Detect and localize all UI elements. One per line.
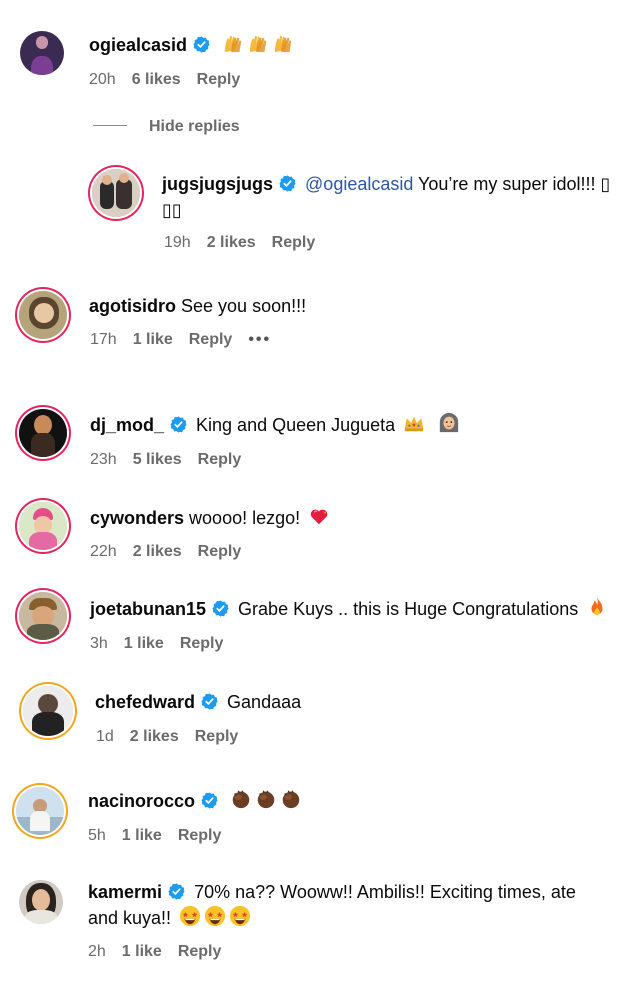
username[interactable]: jugsjugsjugs (162, 174, 273, 194)
reply-button[interactable]: Reply (198, 451, 242, 468)
avatar[interactable] (20, 31, 64, 75)
reply-button[interactable]: Reply (198, 543, 242, 560)
timestamp: 3h (90, 635, 108, 652)
timestamp: 1d (96, 728, 114, 745)
comment-text: 70% na?? Wooww!! Ambilis!! Exciting time… (194, 882, 576, 902)
avatar[interactable] (16, 787, 64, 835)
fire-icon (586, 596, 608, 618)
likes-count[interactable]: 2 likes (130, 728, 179, 745)
avatar[interactable] (19, 592, 67, 640)
verified-badge-icon (193, 36, 210, 53)
username[interactable]: dj_mod_ (90, 415, 164, 435)
comment-text: Gandaaa (227, 692, 302, 712)
reply-button[interactable]: Reply (195, 728, 239, 745)
star-struck-icon (176, 908, 251, 928)
avatar[interactable] (19, 291, 67, 339)
avatar[interactable] (92, 169, 140, 217)
verified-badge-icon (168, 883, 185, 900)
comment-item: kamermi 70% na?? Wooww!! Ambilis!! Excit… (0, 865, 638, 999)
timestamp: 22h (90, 543, 117, 560)
username[interactable]: ogiealcasid (89, 35, 187, 55)
hide-replies-button[interactable]: Hide replies (93, 118, 240, 136)
username[interactable]: agotisidro (89, 296, 176, 316)
comment-item: ogiealcasid 20h 6 likes Reply (0, 0, 638, 100)
comment-meta: 17h 1 like Reply ••• (90, 331, 287, 349)
comment-meta: 22h 2 likes Reply (90, 543, 257, 561)
verified-badge-icon (170, 416, 187, 433)
comment-text: Grabe Kuys .. this is Huge Congratulatio… (238, 599, 579, 619)
reply-button[interactable]: Reply (178, 827, 222, 844)
timestamp: 17h (90, 331, 117, 348)
hide-replies-label: Hide replies (149, 118, 240, 135)
likes-count[interactable]: 1 like (133, 331, 173, 348)
verified-badge-icon (201, 792, 218, 809)
verified-badge-icon (279, 175, 296, 192)
woman-headscarf-icon (438, 412, 460, 434)
likes-count[interactable]: 5 likes (133, 451, 182, 468)
reply-button[interactable]: Reply (197, 71, 241, 88)
comment-text: King and Queen Jugueta (196, 415, 396, 435)
likes-count[interactable]: 2 likes (133, 543, 182, 560)
avatar[interactable] (19, 502, 67, 550)
username[interactable]: chefedward (95, 692, 195, 712)
timestamp: 5h (88, 827, 106, 844)
avatar[interactable] (19, 880, 63, 924)
comment-meta: 3h 1 like Reply (90, 635, 239, 653)
username[interactable]: kamermi (88, 882, 162, 902)
verified-badge-icon (201, 693, 218, 710)
comment-item: agotisidro See you soon!!! 17h 1 like Repl… (0, 280, 638, 380)
avatar[interactable] (23, 686, 73, 736)
comment-text-continued: and kuya!! (88, 908, 172, 928)
reply-button[interactable]: Reply (180, 635, 224, 652)
comment-text: woooo! lezgo! (184, 508, 301, 528)
comment-meta: 19h 2 likes Reply (164, 234, 331, 252)
avatar[interactable] (19, 409, 67, 457)
reply-button[interactable]: Reply (272, 234, 316, 251)
comment-item: cywonders woooo! lezgo! 22h 2 likes Reply (0, 490, 638, 580)
comment-item: nacinorocco 5h 1 like Reply (0, 770, 638, 865)
verified-badge-icon (212, 600, 229, 617)
heart-on-fire-icon (308, 505, 330, 527)
username[interactable]: nacinorocco (88, 791, 195, 811)
likes-count[interactable]: 2 likes (207, 234, 256, 251)
comment-item: joetabunan15 Grabe Kuys .. this is Huge … (0, 580, 638, 675)
emoji-raising-hands-icon (219, 35, 294, 55)
comment-meta: 2h 1 like Reply (88, 943, 237, 961)
username[interactable]: joetabunan15 (90, 599, 206, 619)
reply-item: jugsjugsjugs @ogiealcasid You’re my supe… (0, 160, 638, 260)
username[interactable]: cywonders (90, 508, 184, 528)
comment-meta: 20h 6 likes Reply (89, 71, 256, 89)
reply-button[interactable]: Reply (178, 943, 222, 960)
clapping-hands-icon (227, 791, 302, 811)
comment-meta: 23h 5 likes Reply (90, 451, 257, 469)
timestamp: 2h (88, 943, 106, 960)
comment-meta: 1d 2 likes Reply (96, 728, 254, 746)
timestamp: 20h (89, 71, 116, 88)
crown-icon (403, 412, 425, 434)
reply-button[interactable]: Reply (189, 331, 233, 348)
comment-text-continued: ▯▯ (162, 200, 182, 220)
divider (93, 125, 127, 126)
timestamp: 23h (90, 451, 117, 468)
comment-text: See you soon!!! (176, 296, 307, 316)
likes-count[interactable]: 1 like (122, 827, 162, 844)
likes-count[interactable]: 6 likes (132, 71, 181, 88)
timestamp: 19h (164, 234, 191, 251)
more-options-icon[interactable]: ••• (248, 331, 271, 348)
likes-count[interactable]: 1 like (122, 943, 162, 960)
likes-count[interactable]: 1 like (124, 635, 164, 652)
mention-link[interactable]: @ogiealcasid (305, 174, 413, 194)
comment-item: chefedward Gandaaa 1d 2 likes Reply (0, 675, 638, 770)
comment-meta: 5h 1 like Reply (88, 827, 237, 845)
comment-item: dj_mod_ King and Queen Jugueta 23h 5 like… (0, 400, 638, 490)
comment-text: You’re my super idol!!! ▯ (413, 174, 611, 194)
